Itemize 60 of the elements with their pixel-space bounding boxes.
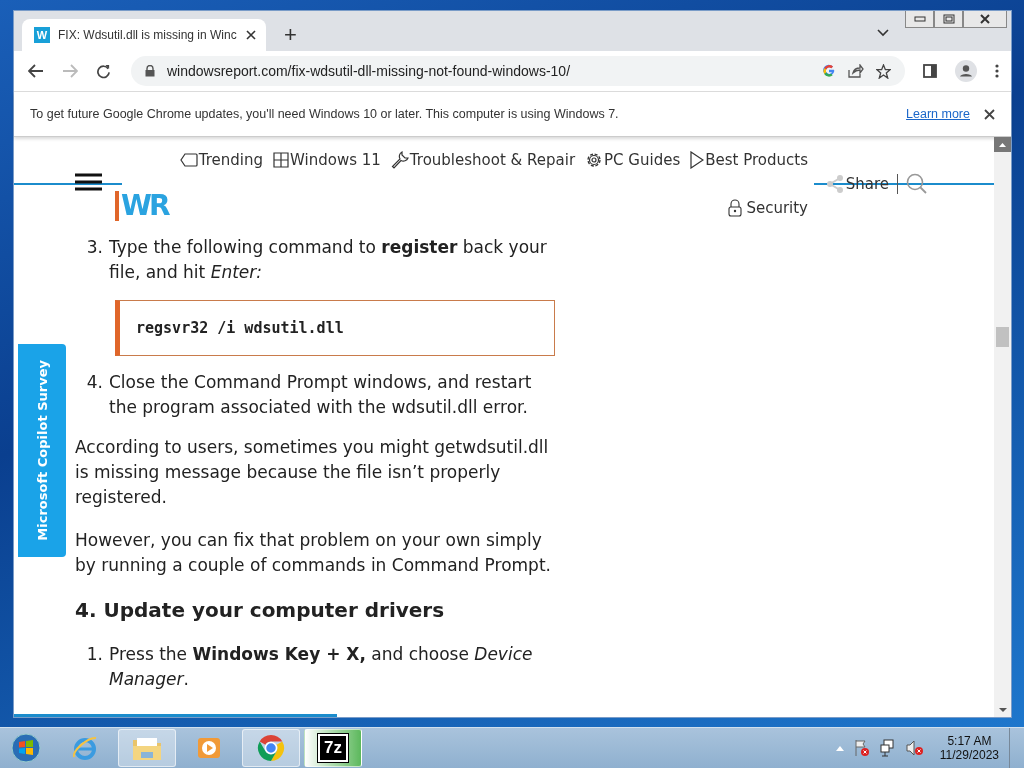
flag-icon[interactable] bbox=[853, 739, 870, 757]
side-panel-icon[interactable] bbox=[923, 64, 937, 78]
minimize-button[interactable] bbox=[905, 11, 934, 28]
profile-icon[interactable] bbox=[955, 60, 977, 82]
chrome-taskbar-icon[interactable] bbox=[242, 729, 300, 767]
step-text: Press the Windows Key + X, and choose Device Manager. bbox=[109, 643, 534, 691]
gear-icon bbox=[585, 151, 604, 169]
lock-icon bbox=[145, 65, 155, 77]
step-text: Close the Command Prompt windows, and restart the program associated with the wdsutil.dll error. bbox=[109, 371, 533, 419]
scrollbar[interactable] bbox=[994, 137, 1011, 717]
code-block: regsvr32 /i wdsutil.dll bbox=[115, 300, 555, 356]
star-icon[interactable] bbox=[876, 63, 891, 79]
menu-icon[interactable] bbox=[75, 173, 102, 191]
wrench-icon bbox=[390, 151, 409, 169]
grid-icon bbox=[273, 152, 290, 168]
minimize-icon bbox=[913, 16, 926, 22]
scroll-up-icon[interactable] bbox=[994, 137, 1011, 152]
address-bar[interactable]: windowsreport.com/fix-wdsutil-dll-missing-not-found-windows-10/ bbox=[131, 56, 905, 86]
share-icon[interactable] bbox=[848, 64, 864, 78]
scroll-down-icon[interactable] bbox=[997, 707, 1008, 713]
search-icon[interactable] bbox=[906, 173, 928, 195]
section-heading: 4. Update your computer drivers bbox=[75, 597, 446, 624]
play-icon bbox=[690, 151, 705, 169]
archiver-taskbar-button[interactable]: 7z bbox=[304, 729, 362, 767]
scroll-thumb[interactable] bbox=[996, 327, 1009, 347]
muted-speaker-icon[interactable] bbox=[905, 739, 924, 757]
clock[interactable]: 5:17 AM 11/29/2023 bbox=[939, 734, 999, 762]
menu-icon[interactable] bbox=[995, 64, 999, 78]
paragraph: According to users, sometimes you might getwdsutil.dll is missing message because the file isn’t properly registered. bbox=[75, 436, 550, 509]
restore-icon bbox=[942, 14, 955, 24]
windows-logo-icon bbox=[11, 733, 41, 763]
tag-icon bbox=[179, 153, 198, 167]
step-number: 3. bbox=[85, 236, 103, 259]
chevron-down-icon[interactable] bbox=[877, 29, 889, 37]
nav-link[interactable]: Troubleshoot & Repair bbox=[390, 151, 576, 169]
maximize-button[interactable] bbox=[934, 11, 963, 28]
browser-tab[interactable]: W FIX: Wdsutil.dll is missing in Winc bbox=[22, 19, 266, 51]
close-button[interactable] bbox=[963, 11, 1007, 28]
back-icon[interactable] bbox=[28, 64, 44, 78]
close-icon[interactable] bbox=[246, 30, 256, 40]
close-icon[interactable] bbox=[984, 108, 995, 120]
step-number: 4. bbox=[85, 371, 103, 394]
nav-link[interactable]: Security bbox=[728, 199, 808, 217]
nav-link[interactable]: PC Guides bbox=[585, 151, 681, 169]
close-icon bbox=[979, 14, 991, 24]
share-icon bbox=[825, 175, 844, 193]
paragraph: However, you can fix that problem on your own simply by running a couple of commands in Command Prompt. bbox=[75, 529, 552, 577]
learn-more-link[interactable]: Learn more bbox=[906, 107, 970, 121]
nav-link[interactable]: Trending bbox=[179, 151, 264, 169]
new-tab-button[interactable]: + bbox=[280, 23, 301, 47]
lock-icon bbox=[728, 199, 743, 217]
reload-icon[interactable] bbox=[96, 63, 111, 79]
update-message: To get future Google Chrome updates, you'll need Windows 10 or later. This computer is using Windows 7. bbox=[30, 107, 619, 121]
step-text: Type the following command to register back your file, and hit Enter: bbox=[109, 236, 548, 284]
nav-link[interactable]: Windows 11 bbox=[273, 151, 381, 169]
google-icon[interactable] bbox=[822, 64, 836, 78]
nav-link[interactable]: Best Products bbox=[690, 151, 808, 169]
step-number: 1. bbox=[85, 643, 103, 666]
site-favicon: W bbox=[34, 27, 50, 43]
network-icon[interactable] bbox=[879, 739, 896, 757]
